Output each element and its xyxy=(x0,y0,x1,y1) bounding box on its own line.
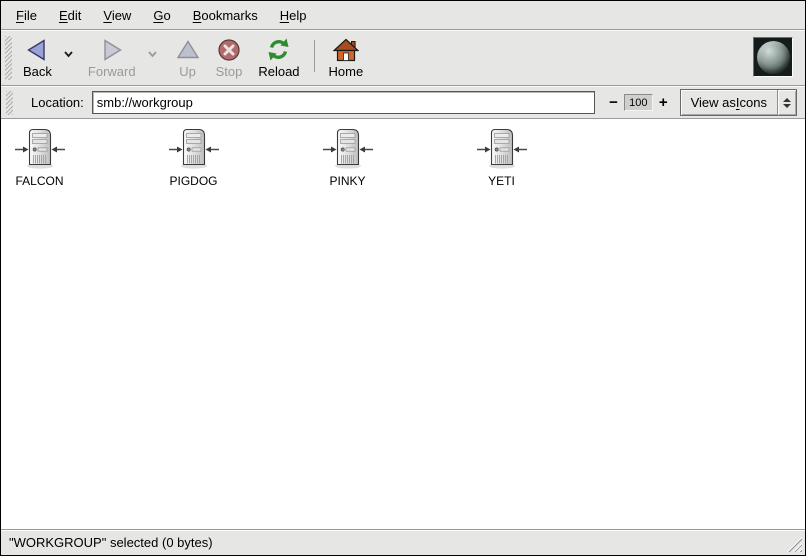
stop-icon xyxy=(217,36,241,63)
menu-help[interactable]: Help xyxy=(269,1,318,29)
server-icon xyxy=(14,127,66,171)
status-bar: "WORKGROUP" selected (0 bytes) xyxy=(1,529,805,555)
view-as-dropdown[interactable]: View as Icons xyxy=(680,89,797,116)
toolbar-separator xyxy=(314,40,315,72)
forward-arrow-icon xyxy=(100,36,124,63)
home-button-label: Home xyxy=(329,65,364,79)
reload-button-label: Reload xyxy=(258,65,299,79)
stop-button-label: Stop xyxy=(216,65,243,79)
server-item-label: FALCON xyxy=(15,174,63,188)
forward-history-dropdown[interactable] xyxy=(144,38,162,70)
server-item-pigdog[interactable]: PIGDOG xyxy=(157,127,230,188)
server-icon xyxy=(168,127,220,171)
throbber-sphere-icon xyxy=(757,41,790,74)
reload-button[interactable]: Reload xyxy=(250,32,307,84)
back-button[interactable]: Back xyxy=(15,32,60,84)
server-item-label: YETI xyxy=(488,174,515,188)
zoom-out-button[interactable]: − xyxy=(609,96,618,110)
up-arrow-icon xyxy=(176,36,200,63)
menu-bookmarks[interactable]: Bookmarks xyxy=(182,1,269,29)
home-icon xyxy=(333,36,359,63)
server-item-falcon[interactable]: FALCON xyxy=(3,127,76,188)
location-label: Location: xyxy=(31,95,84,110)
location-bar-grip[interactable] xyxy=(6,91,13,115)
chevron-down-icon xyxy=(63,50,74,58)
location-bar: Location: − 100 + View as Icons xyxy=(1,86,805,119)
view-as-label: View as Icons xyxy=(681,90,777,115)
forward-button[interactable]: Forward xyxy=(80,32,144,84)
server-item-pinky[interactable]: PINKY xyxy=(311,127,384,188)
up-button-label: Up xyxy=(179,65,196,79)
menu-view[interactable]: View xyxy=(92,1,142,29)
toolbar-grip[interactable] xyxy=(5,36,12,80)
icon-view[interactable]: FALCON PIGDOG PINKY YETI xyxy=(1,119,805,529)
server-item-label: PINKY xyxy=(329,174,365,188)
zoom-level-indicator[interactable]: 100 xyxy=(624,94,653,111)
menu-go[interactable]: Go xyxy=(142,1,181,29)
home-button[interactable]: Home xyxy=(321,32,372,84)
toolbar-spacer xyxy=(371,32,753,84)
forward-button-label: Forward xyxy=(88,65,136,79)
server-item-yeti[interactable]: YETI xyxy=(465,127,538,188)
throbber xyxy=(753,37,793,77)
resize-grip-icon[interactable] xyxy=(786,536,802,552)
location-input[interactable] xyxy=(92,91,595,114)
zoom-in-button[interactable]: + xyxy=(659,96,668,110)
status-text: "WORKGROUP" selected (0 bytes) xyxy=(9,535,213,550)
menu-edit[interactable]: Edit xyxy=(48,1,92,29)
dropdown-arrows-icon xyxy=(777,90,796,115)
menu-bar: File Edit View Go Bookmarks Help xyxy=(1,1,805,30)
back-arrow-icon xyxy=(25,36,49,63)
back-button-label: Back xyxy=(23,65,52,79)
stop-button[interactable]: Stop xyxy=(208,32,251,84)
file-manager-window: File Edit View Go Bookmarks Help Back Fo… xyxy=(0,0,806,556)
menu-file[interactable]: File xyxy=(5,1,48,29)
back-history-dropdown[interactable] xyxy=(60,38,78,70)
zoom-control: − 100 + xyxy=(609,94,668,111)
up-button[interactable]: Up xyxy=(168,32,208,84)
reload-icon xyxy=(266,36,291,63)
server-icon xyxy=(476,127,528,171)
server-icon xyxy=(322,127,374,171)
chevron-down-icon xyxy=(147,50,158,58)
server-item-label: PIGDOG xyxy=(169,174,217,188)
toolbar: Back Forward Up Stop xyxy=(1,30,805,86)
